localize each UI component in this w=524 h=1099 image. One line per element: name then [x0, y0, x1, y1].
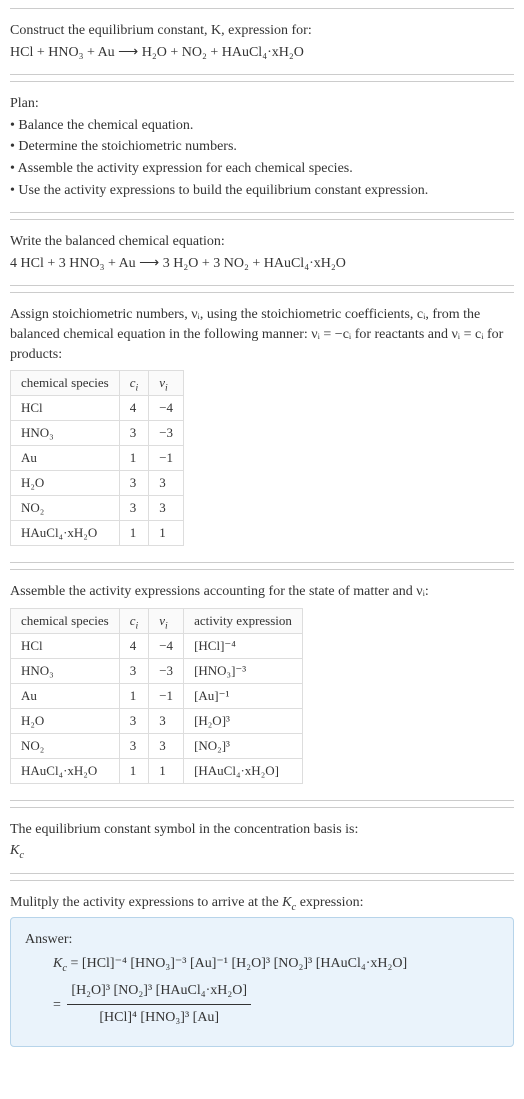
cell-ci: 4 [119, 396, 149, 421]
cell-species: Au [11, 446, 120, 471]
cell-vi: −3 [149, 658, 184, 683]
plan-heading: Plan: [10, 94, 514, 114]
intro-title: Construct the equilibrium constant, K, e… [10, 21, 514, 41]
cell-vi: −1 [149, 446, 184, 471]
cell-vi: 1 [149, 521, 184, 546]
col-vi: νi [149, 608, 184, 633]
cell-vi: 3 [149, 496, 184, 521]
table-row: HNO₃3−3 [11, 421, 184, 446]
table-row: H₂O33[H₂O]³ [11, 708, 303, 733]
activity-section: Assemble the activity expressions accoun… [10, 569, 514, 801]
final-text-span: Mulitply the activity expressions to arr… [10, 895, 363, 910]
cell-species: HNO₃ [11, 658, 120, 683]
col-vi: νi [149, 371, 184, 396]
cell-vi: 1 [149, 758, 184, 783]
cell-ci: 1 [119, 521, 149, 546]
table-header-row: chemical species ci νi [11, 371, 184, 396]
cell-vi: −4 [149, 633, 184, 658]
cell-activity: [NO₂]³ [184, 733, 303, 758]
final-text: Mulitply the activity expressions to arr… [10, 893, 514, 913]
table-header-row: chemical species ci νi activity expressi… [11, 608, 303, 633]
table-row: HAuCl₄·xH₂O11 [11, 521, 184, 546]
cell-species: HCl [11, 633, 120, 658]
kc-fraction: [H₂O]³ [NO₂]³ [HAuCl₄·xH₂O] [HCl]⁴ [HNO₃… [67, 978, 251, 1032]
table-row: Au1−1[Au]⁻¹ [11, 683, 303, 708]
cell-activity: [HCl]⁻⁴ [184, 633, 303, 658]
kc-frac-num: [H₂O]³ [NO₂]³ [HAuCl₄·xH₂O] [67, 978, 251, 1006]
cell-species: HAuCl₄·xH₂O [11, 758, 120, 783]
plan-item: • Balance the chemical equation. [10, 116, 514, 136]
ksymbol-text: The equilibrium constant symbol in the c… [10, 820, 514, 840]
ksymbol-value: Kc [10, 841, 514, 861]
cell-species: NO₂ [11, 496, 120, 521]
stoich-table: chemical species ci νi HCl4−4 HNO₃3−3 Au… [10, 370, 184, 546]
plan-section: Plan: • Balance the chemical equation. •… [10, 81, 514, 213]
cell-ci: 3 [119, 658, 149, 683]
table-row: NO₂33 [11, 496, 184, 521]
cell-species: H₂O [11, 708, 120, 733]
cell-activity: [Au]⁻¹ [184, 683, 303, 708]
table-row: HNO₃3−3[HNO₃]⁻³ [11, 658, 303, 683]
cell-ci: 1 [119, 683, 149, 708]
cell-vi: 3 [149, 471, 184, 496]
table-row: HCl4−4 [11, 396, 184, 421]
balanced-heading: Write the balanced chemical equation: [10, 232, 514, 252]
cell-vi: 3 [149, 708, 184, 733]
table-row: H₂O33 [11, 471, 184, 496]
cell-species: NO₂ [11, 733, 120, 758]
cell-ci: 3 [119, 496, 149, 521]
cell-ci: 1 [119, 446, 149, 471]
stoich-section: Assign stoichiometric numbers, νᵢ, using… [10, 292, 514, 563]
answer-label: Answer: [25, 930, 499, 950]
cell-ci: 3 [119, 471, 149, 496]
col-activity: activity expression [184, 608, 303, 633]
activity-text: Assemble the activity expressions accoun… [10, 582, 514, 602]
col-ci: ci [119, 371, 149, 396]
cell-vi: −3 [149, 421, 184, 446]
kc-product: [HCl]⁻⁴ [HNO₃]⁻³ [Au]⁻¹ [H₂O]³ [NO₂]³ [H… [82, 956, 407, 971]
cell-species: H₂O [11, 471, 120, 496]
cell-species: HCl [11, 396, 120, 421]
table-row: Au1−1 [11, 446, 184, 471]
kc-frac-den: [HCl]⁴ [HNO₃]³ [Au] [67, 1005, 251, 1032]
plan-item: • Determine the stoichiometric numbers. [10, 137, 514, 157]
cell-species: HNO₃ [11, 421, 120, 446]
cell-vi: −1 [149, 683, 184, 708]
intro-section: Construct the equilibrium constant, K, e… [10, 8, 514, 75]
cell-ci: 3 [119, 708, 149, 733]
table-row: NO₂33[NO₂]³ [11, 733, 303, 758]
balanced-section: Write the balanced chemical equation: 4 … [10, 219, 514, 286]
cell-species: Au [11, 683, 120, 708]
cell-activity: [H₂O]³ [184, 708, 303, 733]
stoich-text: Assign stoichiometric numbers, νᵢ, using… [10, 305, 514, 364]
table-row: HAuCl₄·xH₂O11[HAuCl₄·xH₂O] [11, 758, 303, 783]
answer-expression: Kc = [HCl]⁻⁴ [HNO₃]⁻³ [Au]⁻¹ [H₂O]³ [NO₂… [53, 951, 499, 1032]
cell-vi: −4 [149, 396, 184, 421]
col-species: chemical species [11, 371, 120, 396]
cell-species: HAuCl₄·xH₂O [11, 521, 120, 546]
balanced-equation: 4 HCl + 3 HNO₃ + Au ⟶ 3 H₂O + 3 NO₂ + HA… [10, 254, 514, 274]
cell-activity: [HAuCl₄·xH₂O] [184, 758, 303, 783]
answer-box: Answer: Kc = [HCl]⁻⁴ [HNO₃]⁻³ [Au]⁻¹ [H₂… [10, 917, 514, 1047]
intro-equation: HCl + HNO₃ + Au ⟶ H₂O + NO₂ + HAuCl₄·xH₂… [10, 43, 514, 63]
final-section: Mulitply the activity expressions to arr… [10, 880, 514, 1057]
cell-ci: 3 [119, 421, 149, 446]
activity-table: chemical species ci νi activity expressi… [10, 608, 303, 784]
col-species: chemical species [11, 608, 120, 633]
cell-vi: 3 [149, 733, 184, 758]
cell-activity: [HNO₃]⁻³ [184, 658, 303, 683]
plan-item: • Assemble the activity expression for e… [10, 159, 514, 179]
table-row: HCl4−4[HCl]⁻⁴ [11, 633, 303, 658]
plan-item: • Use the activity expressions to build … [10, 181, 514, 201]
kc-lhs: Kc = [53, 956, 82, 971]
kc-eq2: = [53, 997, 64, 1012]
ksymbol-section: The equilibrium constant symbol in the c… [10, 807, 514, 874]
col-ci: ci [119, 608, 149, 633]
cell-ci: 1 [119, 758, 149, 783]
cell-ci: 4 [119, 633, 149, 658]
cell-ci: 3 [119, 733, 149, 758]
